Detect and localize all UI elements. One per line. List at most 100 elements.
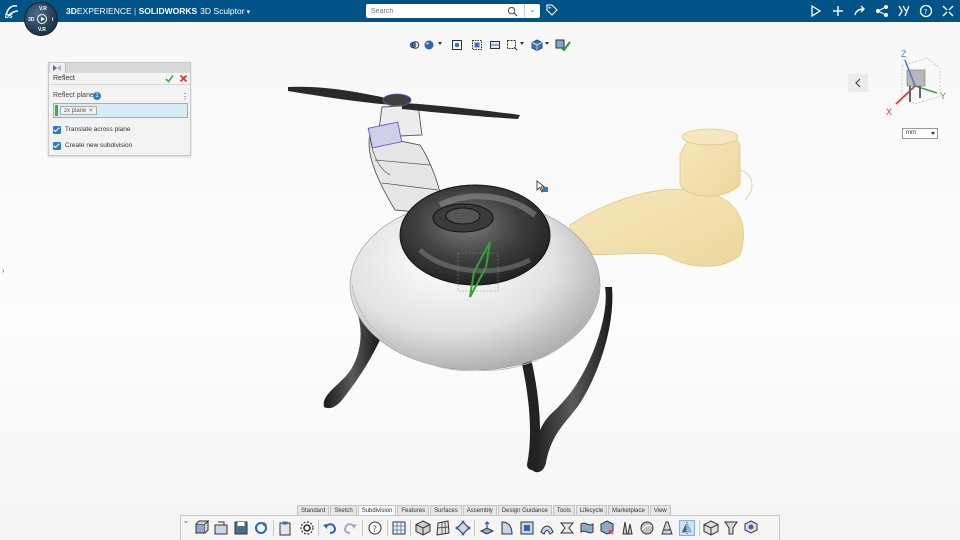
new-subdivision-checkbox[interactable]: [53, 142, 61, 150]
chevron-down-icon[interactable]: [545, 42, 549, 45]
search-icon[interactable]: [507, 6, 518, 17]
cube-icon[interactable]: [703, 520, 719, 536]
view-selector-icon[interactable]: [408, 39, 420, 51]
brand-3d: 3D: [66, 6, 77, 16]
chevron-down-icon: [931, 132, 935, 135]
smooth-sphere-icon[interactable]: [639, 520, 655, 536]
table-icon[interactable]: [391, 520, 407, 536]
view-toolbar: [405, 38, 575, 52]
tab-lifecycle[interactable]: Lifecycle: [575, 505, 608, 515]
help-icon[interactable]: ?: [918, 3, 934, 19]
tab-sketch[interactable]: Sketch: [330, 505, 357, 515]
reflect-plane-selection-box[interactable]: zx plane ✕: [53, 103, 188, 118]
share-icon[interactable]: [874, 3, 890, 19]
axis-z-label: Z: [901, 49, 907, 59]
new-subdivision-icon[interactable]: [193, 520, 209, 536]
new-subdivision-option[interactable]: Create new subdivision: [53, 142, 187, 152]
bridge-icon[interactable]: [559, 520, 575, 536]
app-title[interactable]: 3DEXPERIENCE | SOLIDWORKS 3D Sculptor ▾: [66, 6, 250, 16]
selected-plane-chip[interactable]: zx plane ✕: [60, 106, 98, 115]
collapse-panel-button[interactable]: [848, 74, 868, 92]
chevron-left-icon: [855, 78, 861, 88]
reflect-plane-row: Reflect plane 1 ⋮: [53, 92, 189, 102]
add-icon[interactable]: [830, 3, 846, 19]
shading-sphere-icon[interactable]: [423, 39, 435, 51]
user-icon[interactable]: [808, 3, 824, 19]
multi-body-icon[interactable]: [743, 520, 759, 536]
search-dropdown-button[interactable]: ⌄: [524, 4, 540, 18]
section-view-icon[interactable]: [471, 39, 483, 51]
selection-count-badge: 1: [93, 92, 101, 100]
undo-icon[interactable]: [322, 520, 338, 536]
tab-surfaces[interactable]: Surfaces: [430, 505, 462, 515]
settings-gear-icon[interactable]: [299, 520, 315, 536]
translate-checkbox[interactable]: [53, 126, 61, 134]
funnel-icon[interactable]: [723, 520, 739, 536]
insert-face-icon[interactable]: [519, 520, 535, 536]
crease-icon[interactable]: [619, 520, 635, 536]
zoom-fit-icon[interactable]: [451, 39, 463, 51]
remove-selection-icon[interactable]: ✕: [88, 108, 93, 114]
expand-left-panel-icon[interactable]: ›: [2, 266, 5, 275]
refresh-icon[interactable]: [253, 520, 269, 536]
bend-icon[interactable]: [539, 520, 555, 536]
apps-icon[interactable]: [896, 3, 912, 19]
tab-assembly[interactable]: Assembly: [462, 505, 497, 515]
compass-widget[interactable]: V.R 3D i V.R: [24, 2, 58, 36]
tab-standard[interactable]: Standard: [297, 505, 330, 515]
chevron-down-icon[interactable]: [520, 42, 524, 45]
translate-option[interactable]: Translate across plane: [53, 126, 187, 136]
render-check-icon[interactable]: [555, 39, 571, 51]
compass-top-label: V.R: [39, 6, 47, 12]
reflect-command-icon: [53, 65, 61, 71]
cancel-close-icon[interactable]: [179, 74, 188, 83]
ds-logo-icon[interactable]: DS: [4, 3, 20, 20]
tab-marketplace[interactable]: Marketplace: [608, 505, 649, 515]
svg-text:DS: DS: [5, 14, 13, 19]
tab-design-guidance[interactable]: Design Guidance: [497, 505, 552, 515]
view-triad[interactable]: Z Y X: [882, 46, 952, 116]
redo-icon[interactable]: [342, 520, 358, 536]
helicopter-3d-model[interactable]: [270, 75, 770, 485]
clipboard-icon[interactable]: [277, 520, 293, 536]
tab-view[interactable]: View: [649, 505, 671, 515]
tab-features[interactable]: Features: [397, 505, 430, 515]
selection-box-icon[interactable]: [506, 39, 518, 51]
fullscreen-icon[interactable]: [940, 3, 956, 19]
reflect-panel: Reflect Reflect plane 1 ⋮ zx plane ✕ Tran…: [48, 62, 191, 156]
ok-check-icon[interactable]: [165, 74, 174, 83]
help-icon[interactable]: ?: [367, 520, 383, 536]
reflect-icon[interactable]: [679, 520, 695, 536]
grid-plane-icon[interactable]: [435, 520, 451, 536]
chevron-down-icon[interactable]: ⌄: [183, 517, 189, 525]
tab-tools[interactable]: Tools: [552, 505, 575, 515]
panel-title: Reflect: [53, 75, 75, 82]
open-icon[interactable]: [213, 520, 229, 536]
box-primitive-icon[interactable]: [415, 520, 431, 536]
graphics-view-icon[interactable]: [489, 39, 501, 51]
vertex-icon[interactable]: [455, 520, 471, 536]
compass-bottom-label: V.R: [38, 27, 46, 33]
weld-icon[interactable]: [659, 520, 675, 536]
chevron-down-icon[interactable]: [438, 42, 442, 45]
units-select[interactable]: mm: [902, 128, 938, 139]
face-icon[interactable]: [499, 520, 515, 536]
chevron-down-icon[interactable]: ▾: [247, 8, 251, 16]
play-icon[interactable]: [37, 14, 47, 24]
fill-icon[interactable]: [579, 520, 595, 536]
axis-y-label: Y: [940, 91, 946, 101]
cube-display-icon[interactable]: [531, 39, 543, 51]
delete-face-icon[interactable]: [599, 520, 615, 536]
extrude-icon[interactable]: [479, 520, 495, 536]
tag-icon[interactable]: [546, 4, 558, 16]
more-options-icon[interactable]: ⋮: [181, 92, 189, 101]
search-input[interactable]: [366, 4, 506, 18]
brand-app: SOLIDWORKS: [138, 6, 198, 16]
reflected-tail-preview: [569, 128, 753, 267]
cursor-icon: [536, 180, 548, 193]
share-arrow-icon[interactable]: [852, 3, 868, 19]
panel-tab-command[interactable]: [50, 63, 66, 73]
save-icon[interactable]: [233, 520, 249, 536]
compass-left-label: 3D: [28, 17, 35, 23]
tab-subdivision[interactable]: Subdivision: [357, 505, 397, 515]
